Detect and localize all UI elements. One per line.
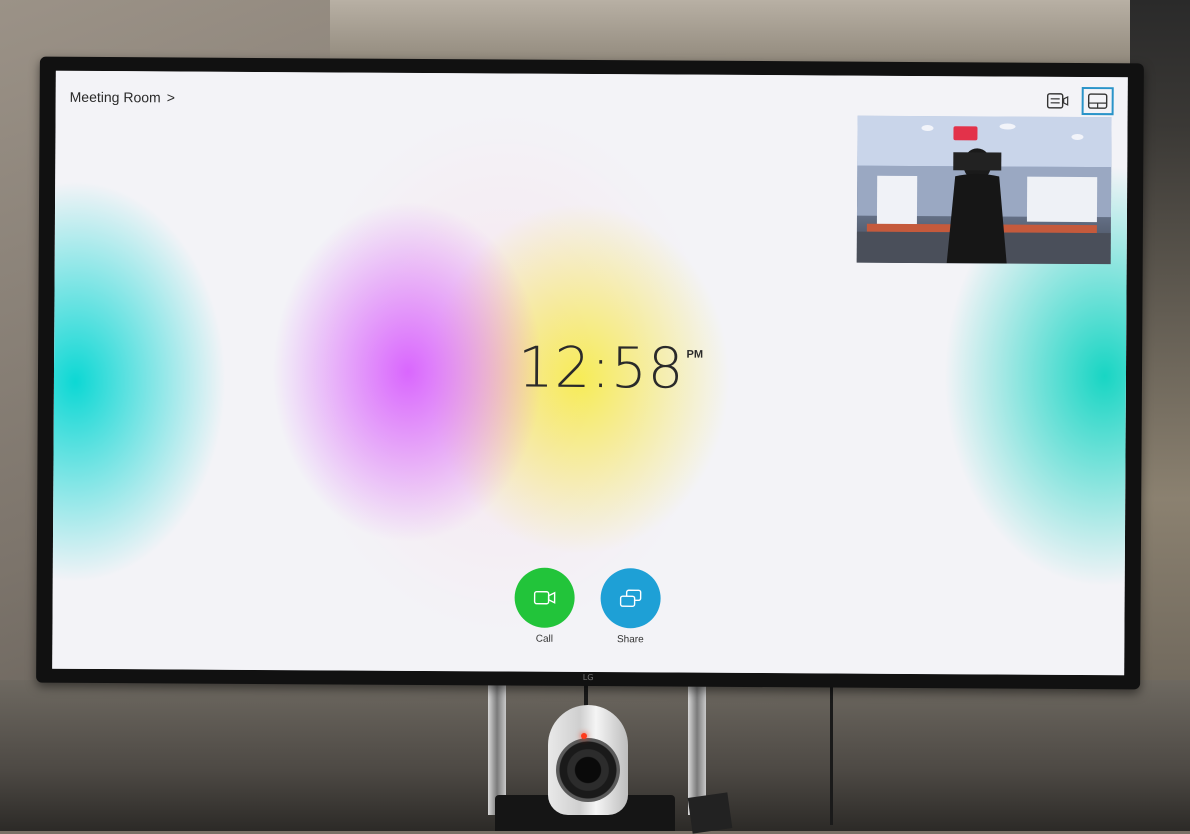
camera-lens — [556, 738, 620, 802]
chevron-right-icon: > — [167, 89, 175, 105]
tv-display: Meeting Room > — [36, 57, 1144, 690]
layout-list-icon[interactable] — [1042, 87, 1074, 115]
layout-pip-icon[interactable] — [1082, 87, 1114, 115]
call-button[interactable]: Call — [514, 568, 574, 645]
clock-ampm: PM — [686, 349, 703, 361]
action-bar: Call Share — [514, 568, 660, 646]
tv-stand-pole — [488, 675, 506, 815]
video-camera-icon[interactable] — [514, 568, 574, 628]
breadcrumb[interactable]: Meeting Room > — [70, 89, 175, 106]
call-label: Call — [536, 634, 553, 645]
remote-control — [688, 792, 733, 833]
camera-led — [581, 733, 587, 739]
tv-brand-logo: LG — [583, 673, 594, 682]
top-right-controls — [1042, 87, 1114, 115]
share-screen-icon[interactable] — [600, 568, 660, 628]
cable — [830, 675, 833, 825]
share-label: Share — [617, 634, 644, 645]
screen: Meeting Room > — [52, 71, 1128, 676]
clock-time: 12:58 — [518, 336, 685, 402]
room-name[interactable]: Meeting Room — [70, 89, 161, 106]
share-button[interactable]: Share — [600, 568, 660, 645]
clock: 12:58 PM — [518, 336, 703, 402]
tv-stand-pole — [688, 675, 706, 815]
self-view-video[interactable] — [857, 116, 1112, 265]
